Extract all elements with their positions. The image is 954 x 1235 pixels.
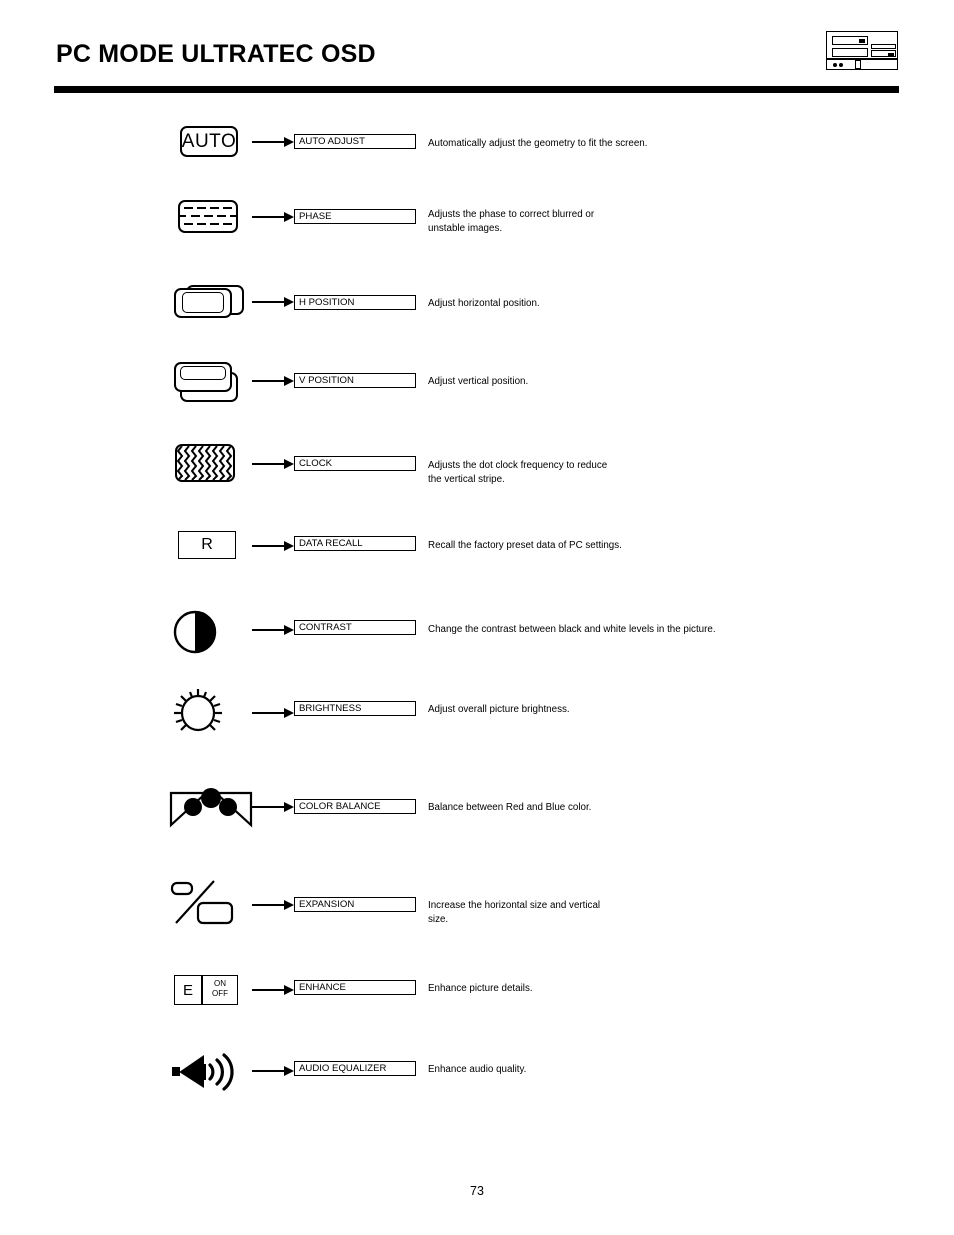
- brightness-sun-icon: [160, 684, 256, 738]
- expansion-glyph: [170, 880, 234, 925]
- osd-description-auto-adjust: Automatically adjust the geometry to fit…: [428, 138, 648, 149]
- osd-label-audio-equalizer[interactable]: AUDIO EQUALIZER: [294, 1061, 416, 1076]
- osd-description-enhance: Enhance picture details.: [428, 983, 533, 994]
- data-recall-icon: R: [160, 521, 256, 575]
- row-arrow-icon: [252, 136, 296, 147]
- auto-icon-label: AUTO: [181, 130, 237, 152]
- enhance-icon-on-text: ON: [214, 979, 226, 988]
- osd-description-data-recall: Recall the factory preset data of PC set…: [428, 540, 622, 551]
- osd-function-list: AUTO AUTO ADJUST Automatically adjust th…: [0, 0, 954, 1235]
- row-arrow-icon: [252, 458, 296, 469]
- osd-label-auto-adjust[interactable]: AUTO ADJUST: [294, 134, 416, 149]
- osd-description-brightness: Adjust overall picture brightness.: [428, 704, 570, 715]
- osd-label-expansion[interactable]: EXPANSION: [294, 897, 416, 912]
- clock-zigzag-icon: [160, 438, 256, 492]
- enhance-on-off-icon: E ON OFF: [160, 963, 256, 1017]
- osd-label-v-position[interactable]: V POSITION: [294, 373, 416, 388]
- data-recall-icon-label: R: [201, 536, 213, 553]
- osd-label-contrast[interactable]: CONTRAST: [294, 620, 416, 635]
- osd-description-clock: Adjusts the dot clock frequency to reduc…: [428, 460, 608, 485]
- osd-label-clock[interactable]: CLOCK: [294, 456, 416, 471]
- expansion-icon: [160, 875, 256, 929]
- osd-description-h-position: Adjust horizontal position.: [428, 298, 540, 309]
- brightness-sun-glyph: [174, 689, 222, 732]
- speaker-glyph: [172, 1053, 234, 1091]
- osd-label-color-balance[interactable]: COLOR BALANCE: [294, 799, 416, 814]
- row-arrow-icon: [252, 624, 296, 635]
- audio-equalizer-speaker-icon: [160, 1046, 256, 1100]
- row-arrow-icon: [252, 375, 296, 386]
- row-arrow-icon: [252, 899, 296, 910]
- h-position-icon: [160, 279, 256, 333]
- osd-description-v-position: Adjust vertical position.: [428, 376, 529, 387]
- enhance-icon-onoff: ON OFF: [203, 979, 237, 999]
- row-arrow-icon: [252, 296, 296, 307]
- osd-description-expansion: Increase the horizontal size and vertica…: [428, 900, 601, 925]
- contrast-half-circle-glyph: [173, 610, 217, 654]
- osd-description-phase: Adjusts the phase to correct blurred or …: [428, 209, 595, 234]
- enhance-icon-off-text: OFF: [212, 989, 228, 998]
- osd-description-color-balance: Balance between Red and Blue color.: [428, 802, 592, 813]
- row-arrow-icon: [252, 984, 296, 995]
- auto-button-icon: AUTO: [160, 118, 256, 172]
- row-arrow-icon: [252, 1065, 296, 1076]
- osd-description-audio-equalizer: Enhance audio quality.: [428, 1064, 527, 1075]
- row-arrow-icon: [252, 211, 296, 222]
- row-arrow-icon: [252, 707, 296, 718]
- osd-description-contrast: Change the contrast between black and wh…: [428, 624, 716, 635]
- osd-label-data-recall[interactable]: DATA RECALL: [294, 536, 416, 551]
- color-balance-glyph: [169, 788, 253, 828]
- row-arrow-icon: [252, 540, 296, 551]
- page-number: 73: [470, 1184, 484, 1198]
- contrast-half-circle-icon: [160, 605, 256, 659]
- osd-label-enhance[interactable]: ENHANCE: [294, 980, 416, 995]
- enhance-icon-letter: E: [182, 981, 193, 999]
- color-balance-icon: [160, 781, 256, 835]
- clock-zigzag-pattern: [177, 446, 233, 480]
- row-arrow-icon: [252, 801, 296, 812]
- osd-label-h-position[interactable]: H POSITION: [294, 295, 416, 310]
- osd-label-brightness[interactable]: BRIGHTNESS: [294, 701, 416, 716]
- osd-label-phase[interactable]: PHASE: [294, 209, 416, 224]
- phase-dashed-screen-icon: [160, 194, 256, 248]
- v-position-icon: [160, 356, 256, 410]
